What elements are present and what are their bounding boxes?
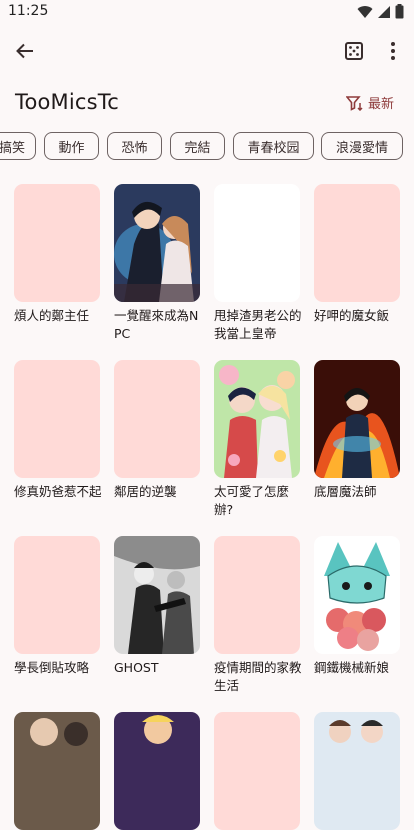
genre-chip[interactable]: 青春校园 [233,132,314,160]
wifi-icon [357,5,373,18]
random-button[interactable] [334,31,374,71]
sort-filter-button[interactable]: 最新 [345,93,394,112]
comic-cover-placeholder [14,184,100,302]
comic-card[interactable] [114,712,200,830]
comic-cover-placeholder [14,360,100,478]
comic-title: 甩掉渣男老公的我當上皇帝 [214,308,302,341]
comic-card[interactable]: 甩掉渣男老公的我當上皇帝 [214,184,302,343]
comic-title: 學長倒貼攻略 [14,660,90,675]
comic-card[interactable]: 疫情期間的家教生活 [214,536,302,695]
comic-cover-image [114,536,200,654]
comic-title: 煩人的鄭主任 [14,308,90,323]
back-button[interactable] [5,31,45,71]
comic-card[interactable]: 一覺醒來成為NPC [114,184,200,343]
comic-title: GHOST [114,660,159,675]
comic-card[interactable]: 修真奶爸惹不起 [14,360,102,501]
comic-cover-image [314,360,400,478]
genre-chip[interactable]: 完結 [170,132,225,160]
comic-card[interactable]: 學長倒貼攻略 [14,536,100,677]
comic-cover-image [14,712,100,830]
genre-chip[interactable]: 搞笑 [0,132,36,160]
comic-cover-placeholder [214,184,300,302]
dice-icon [345,42,363,60]
sort-label: 最新 [367,97,394,112]
signal-icon [378,5,390,18]
source-title: TooMicsTc [15,90,120,114]
comic-card[interactable] [14,712,100,830]
title-row: TooMicsTc 最新 [0,82,414,126]
comic-card[interactable] [214,712,300,830]
comic-cover-placeholder [214,536,300,654]
comic-card[interactable] [314,712,400,830]
comic-cover-placeholder [114,360,200,478]
filter-sort-icon [345,95,363,111]
comic-cover-image [214,360,300,478]
genre-chip[interactable]: 浪漫愛情 [321,132,403,160]
comic-title: 疫情期間的家教生活 [214,660,302,693]
arrow-back-icon [16,43,33,59]
comic-cover-image [314,536,400,654]
comic-cover-image [114,712,200,830]
more-vert-icon [391,42,395,60]
comic-card[interactable]: 好呷的魔女飯 [314,184,400,325]
comic-card[interactable]: 煩人的鄭主任 [14,184,100,325]
comic-card[interactable]: 鄰居的逆襲 [114,360,200,501]
genre-chip[interactable]: 恐怖 [107,132,162,160]
more-options-button[interactable] [373,31,413,71]
app-bar [0,24,414,80]
comic-cover-placeholder [314,184,400,302]
comic-title: 鄰居的逆襲 [114,484,177,499]
comic-title: 底層魔法師 [314,484,377,499]
comic-card[interactable]: GHOST [114,536,200,677]
comic-card[interactable]: 太可愛了怎麼辦? [214,360,300,519]
comic-title: 一覺醒來成為NPC [114,308,199,341]
comic-cover-placeholder [14,536,100,654]
comic-card[interactable]: 鋼鐵機械新娘 [314,536,400,677]
battery-icon [395,4,404,19]
comic-title: 修真奶爸惹不起 [14,484,102,499]
genre-chip-row: 搞笑 動作 恐怖 完結 青春校园 浪漫愛情 [0,131,414,164]
comic-cover-image [314,712,400,830]
comic-title: 鋼鐵機械新娘 [314,660,390,675]
genre-chip[interactable]: 動作 [44,132,99,160]
comic-cover-image [114,184,200,302]
comic-title: 好呷的魔女飯 [314,308,390,323]
comic-cover-placeholder [214,712,300,830]
comic-title: 太可愛了怎麼辦? [214,484,290,517]
comic-card[interactable]: 底層魔法師 [314,360,400,501]
status-bar: 11:25 [0,0,414,24]
status-time: 11:25 [8,3,49,19]
status-icons [357,4,404,19]
